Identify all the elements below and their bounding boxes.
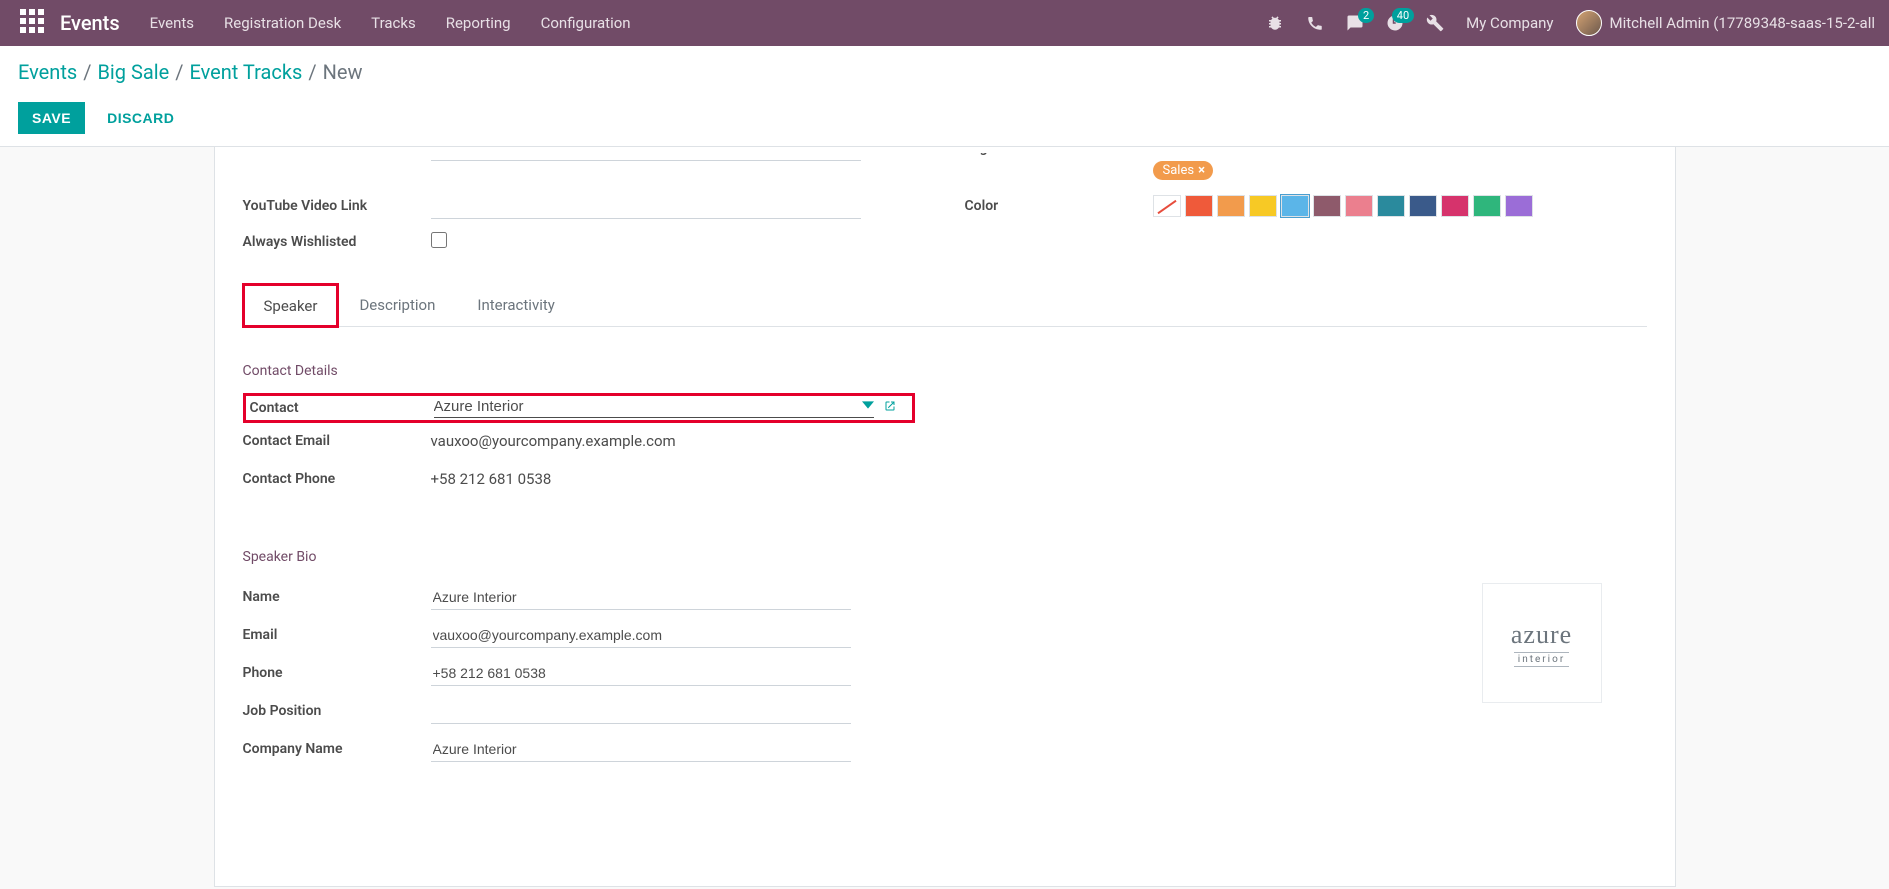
- bio-job-label: Job Position: [243, 703, 431, 719]
- color-swatch[interactable]: [1473, 195, 1501, 217]
- breadcrumb-events[interactable]: Events: [18, 60, 77, 84]
- main-navbar: Events Events Registration Desk Tracks R…: [0, 0, 1889, 46]
- breadcrumb-event-tracks[interactable]: Event Tracks: [189, 60, 302, 84]
- color-swatch[interactable]: [1249, 195, 1277, 217]
- speaker-image[interactable]: azure interior: [1482, 583, 1602, 703]
- tag-remove-icon[interactable]: ×: [1198, 163, 1205, 178]
- nav-menu: Events Registration Desk Tracks Reportin…: [150, 14, 1267, 32]
- logo-main-text: azure: [1511, 620, 1572, 650]
- phone-icon[interactable]: [1306, 14, 1324, 32]
- company-selector[interactable]: My Company: [1466, 14, 1553, 32]
- bio-job-input[interactable]: [431, 699, 851, 724]
- contact-email-label: Contact Email: [243, 433, 431, 449]
- contact-phone-label: Contact Phone: [243, 471, 431, 487]
- control-panel: Events / Big Sale / Event Tracks / New S…: [0, 46, 1889, 147]
- youtube-input[interactable]: [431, 194, 861, 219]
- color-swatch[interactable]: [1217, 195, 1245, 217]
- chat-badge: 2: [1358, 8, 1374, 23]
- color-swatch[interactable]: [1505, 195, 1533, 217]
- bio-phone-label: Phone: [243, 665, 431, 681]
- contact-field-highlight: Contact: [243, 393, 915, 423]
- color-swatch[interactable]: [1441, 195, 1469, 217]
- breadcrumb-current: New: [323, 60, 363, 84]
- color-swatch[interactable]: [1377, 195, 1405, 217]
- bio-email-input[interactable]: [431, 623, 851, 648]
- tags-label: Tags: [965, 153, 1153, 156]
- nav-item-configuration[interactable]: Configuration: [541, 14, 631, 32]
- user-name: Mitchell Admin (17789348-saas-15-2-all: [1610, 14, 1876, 32]
- logo-sub-text: interior: [1514, 652, 1569, 667]
- clock-icon[interactable]: 40: [1386, 14, 1404, 32]
- bio-email-label: Email: [243, 627, 431, 643]
- nav-item-events[interactable]: Events: [150, 14, 194, 32]
- bug-icon[interactable]: [1266, 14, 1284, 32]
- bio-company-label: Company Name: [243, 741, 431, 757]
- external-link-icon[interactable]: [884, 400, 896, 416]
- contact-details-title: Contact Details: [243, 363, 1647, 379]
- speaker-bio-title: Speaker Bio: [243, 549, 1647, 565]
- color-none[interactable]: [1153, 195, 1181, 217]
- user-menu[interactable]: Mitchell Admin (17789348-saas-15-2-all: [1576, 10, 1876, 36]
- wishlist-checkbox[interactable]: [431, 232, 447, 248]
- tab-description[interactable]: Description: [338, 283, 456, 326]
- save-button[interactable]: SAVE: [18, 102, 85, 134]
- contact-label: Contact: [250, 400, 434, 416]
- tag-sales[interactable]: Sales ×: [1153, 161, 1213, 180]
- color-swatch-selected[interactable]: [1281, 195, 1309, 217]
- color-swatch[interactable]: [1345, 195, 1373, 217]
- bio-name-input[interactable]: [431, 585, 851, 610]
- nav-item-registration-desk[interactable]: Registration Desk: [224, 14, 341, 32]
- chat-icon[interactable]: 2: [1346, 14, 1364, 32]
- app-brand: Events: [60, 11, 120, 35]
- wrench-icon[interactable]: [1426, 14, 1444, 32]
- color-label: Color: [965, 198, 1153, 214]
- tab-interactivity[interactable]: Interactivity: [456, 283, 576, 326]
- apps-icon[interactable]: [20, 9, 48, 37]
- contact-phone-value: +58 212 681 0538: [431, 470, 1647, 488]
- breadcrumb: Events / Big Sale / Event Tracks / New: [18, 60, 1871, 84]
- avatar: [1576, 10, 1602, 36]
- breadcrumb-big-sale[interactable]: Big Sale: [97, 60, 169, 84]
- duration-label: Duration: [243, 153, 431, 156]
- discard-button[interactable]: DISCARD: [107, 110, 174, 126]
- bio-phone-input[interactable]: [431, 661, 851, 686]
- duration-input[interactable]: [431, 153, 861, 161]
- contact-input[interactable]: [434, 398, 856, 415]
- form-sheet: Duration hours YouTube Video Link Always…: [214, 147, 1676, 887]
- nav-item-tracks[interactable]: Tracks: [371, 14, 416, 32]
- clock-badge: 40: [1392, 8, 1414, 23]
- contact-email-value: vauxoo@yourcompany.example.com: [431, 432, 1647, 450]
- color-swatch[interactable]: [1313, 195, 1341, 217]
- bio-company-input[interactable]: [431, 737, 851, 762]
- color-swatch[interactable]: [1185, 195, 1213, 217]
- youtube-label: YouTube Video Link: [243, 198, 431, 214]
- dropdown-icon[interactable]: [862, 399, 874, 415]
- notebook-tabs: Speaker Description Interactivity: [243, 283, 1647, 327]
- nav-item-reporting[interactable]: Reporting: [446, 14, 511, 32]
- color-swatch[interactable]: [1409, 195, 1437, 217]
- wishlist-label: Always Wishlisted: [243, 234, 431, 250]
- tab-speaker[interactable]: Speaker: [243, 284, 339, 327]
- bio-name-label: Name: [243, 589, 431, 605]
- hours-label: hours: [867, 153, 902, 156]
- color-picker: [1153, 195, 1647, 217]
